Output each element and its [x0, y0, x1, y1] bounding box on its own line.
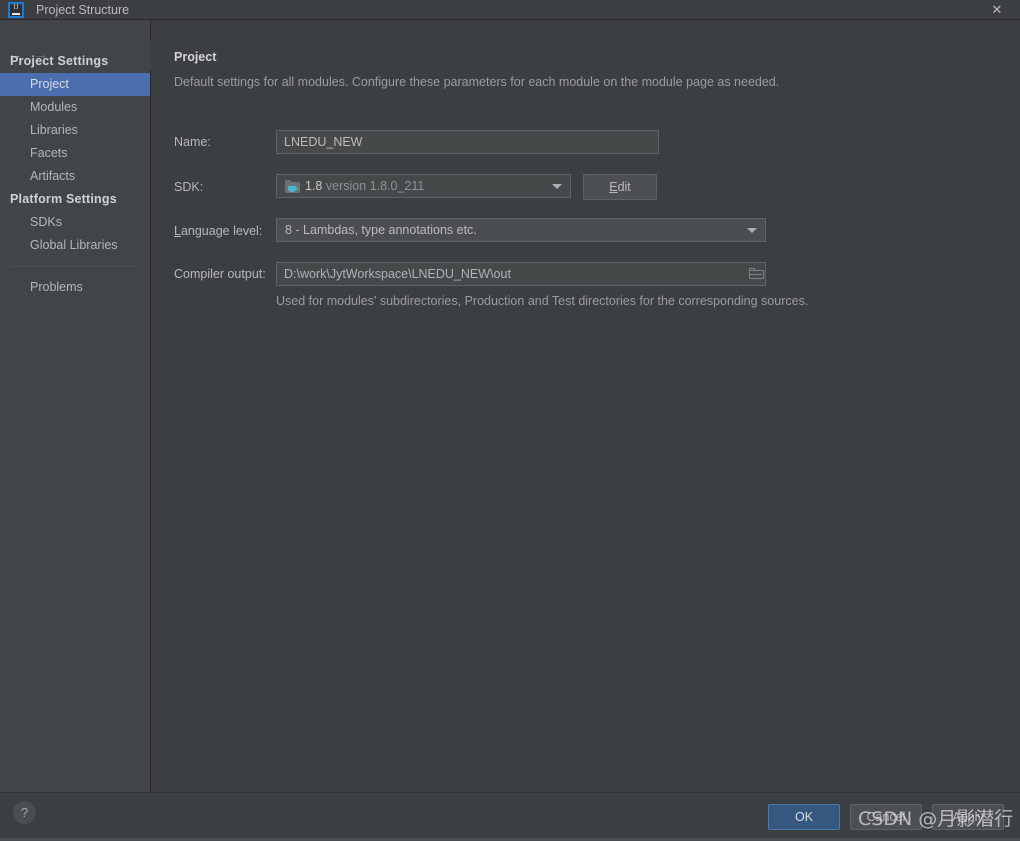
sidebar-item-list: Project Settings Project Modules Librari…: [0, 50, 150, 299]
language-level-value: 8 - Lambdas, type annotations etc.: [285, 223, 477, 237]
ok-button[interactable]: OK: [768, 804, 840, 830]
language-level-combobox[interactable]: 8 - Lambdas, type annotations etc.: [276, 218, 766, 242]
close-icon[interactable]: ✕: [982, 0, 1012, 20]
sidebar-group-project-settings: Project Settings: [10, 54, 109, 68]
chevron-down-icon[interactable]: [747, 228, 757, 233]
folder-browse-icon[interactable]: [749, 268, 764, 280]
page-subtitle: Default settings for all modules. Config…: [174, 75, 780, 89]
sidebar-item-global-libraries[interactable]: Global Libraries: [0, 234, 150, 257]
sidebar-item-facets[interactable]: Facets: [0, 142, 150, 165]
logo-text: IJ: [13, 3, 19, 11]
project-structure-dialog: IJ Project Structure ✕ ← → Project Setti…: [0, 0, 1020, 841]
window-titlebar: IJ Project Structure ✕: [0, 0, 1020, 20]
edit-button-mnemonic: E: [609, 180, 618, 194]
jdk-folder-icon: [285, 180, 300, 193]
sidebar-item-libraries[interactable]: Libraries: [0, 119, 150, 142]
sidebar-item-artifacts[interactable]: Artifacts: [0, 165, 150, 188]
edit-button-label-rest: dit: [617, 180, 631, 194]
sidebar-divider: [11, 266, 139, 267]
page-title: Project: [174, 50, 217, 64]
name-label: Name:: [174, 135, 211, 149]
compiler-output-label: Compiler output:: [174, 267, 266, 281]
compiler-output-hint: Used for modules' subdirectories, Produc…: [276, 294, 809, 308]
window-title: Project Structure: [36, 3, 130, 17]
sdk-version-full: version 1.8.0_211: [325, 179, 425, 193]
name-input[interactable]: LNEDU_NEW: [276, 130, 659, 154]
dialog-footer: ? OK Cancel Apply: [0, 792, 1020, 841]
sdk-combobox[interactable]: 1.8 version 1.8.0_211: [276, 174, 571, 198]
language-level-label-rest: anguage level:: [180, 224, 263, 238]
settings-sidebar: ← → Project Settings Project Modules Lib…: [0, 20, 151, 792]
sdk-version-short: 1.8: [305, 179, 323, 193]
cancel-button[interactable]: Cancel: [850, 804, 922, 830]
sidebar-item-sdks[interactable]: SDKs: [0, 211, 150, 234]
sdk-edit-button[interactable]: Edit: [583, 174, 657, 200]
sidebar-group-platform-settings: Platform Settings: [10, 192, 117, 206]
sidebar-item-problems[interactable]: Problems: [0, 276, 150, 299]
language-level-label-mnemonic: L: [174, 224, 181, 238]
logo-underline: [12, 13, 20, 15]
chevron-down-icon[interactable]: [552, 184, 562, 189]
apply-button[interactable]: Apply: [932, 804, 1004, 830]
sidebar-item-project[interactable]: Project: [0, 73, 150, 96]
sdk-label: SDK:: [174, 180, 204, 194]
help-icon[interactable]: ?: [13, 801, 36, 824]
intellij-idea-logo-icon: IJ: [8, 2, 24, 18]
settings-content-panel: Project Default settings for all modules…: [152, 20, 1020, 792]
compiler-output-input[interactable]: D:\work\JytWorkspace\LNEDU_NEW\out: [276, 262, 766, 286]
sidebar-item-modules[interactable]: Modules: [0, 96, 150, 119]
language-level-label: Language level:: [174, 224, 262, 238]
